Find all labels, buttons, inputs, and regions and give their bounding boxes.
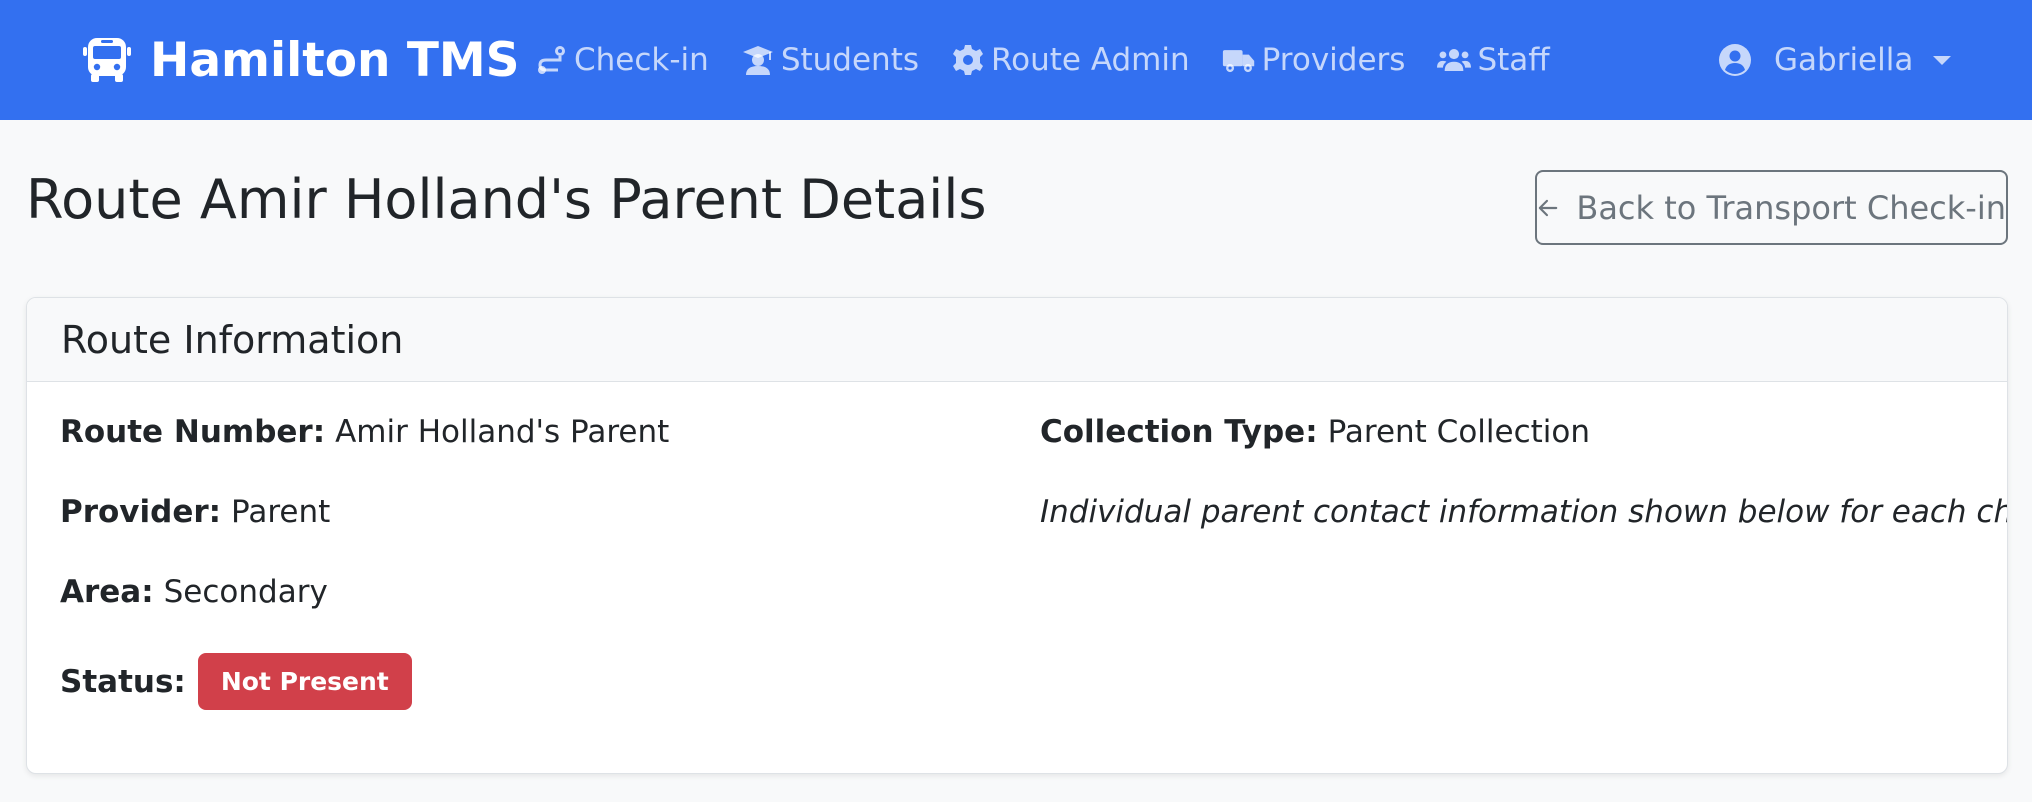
nav-item-label: Students <box>780 42 919 78</box>
route-icon <box>538 46 565 74</box>
gear-icon <box>953 45 983 75</box>
area-label: Area: <box>60 574 154 610</box>
arrow-left-icon <box>1538 199 1558 216</box>
collection-type-label: Collection Type: <box>1040 414 1318 450</box>
collection-type-field: Collection Type: Parent Collection <box>1040 414 1590 450</box>
user-menu-toggle[interactable]: Gabriella <box>1718 0 1952 120</box>
nav-item-label: Providers <box>1261 42 1406 78</box>
parent-contact-note: Individual parent contact information sh… <box>1040 494 2008 530</box>
nav-item-providers[interactable]: Providers <box>1222 42 1406 78</box>
caret-down-icon <box>1933 55 1952 65</box>
status-badge: Not Present <box>197 653 412 710</box>
provider-value: Parent <box>231 494 331 530</box>
nav-links: Check-in Students Route Admin Providers … <box>534 0 1582 120</box>
route-information-card: Route Information Route Number: Amir Hol… <box>26 297 2008 774</box>
status-field: Status: Not Present <box>60 653 412 710</box>
nav-item-label: Staff <box>1477 42 1550 78</box>
users-icon <box>1437 48 1472 72</box>
brand-title: Hamilton TMS <box>150 32 520 88</box>
nav-item-route-admin[interactable]: Route Admin <box>951 42 1190 78</box>
provider-field: Provider: Parent <box>60 494 330 530</box>
graduate-icon <box>742 46 773 75</box>
back-to-checkin-button[interactable]: Back to Transport Check-in <box>1535 170 2008 245</box>
user-name: Gabriella <box>1774 42 1914 78</box>
route-number-label: Route Number: <box>60 414 326 450</box>
nav-item-label: Route Admin <box>991 42 1190 78</box>
page-title: Route Amir Holland's Parent Details <box>26 168 987 231</box>
bus-icon <box>83 38 131 82</box>
nav-item-label: Check-in <box>574 42 709 78</box>
route-number-value: Amir Holland's Parent <box>335 414 670 450</box>
route-number-field: Route Number: Amir Holland's Parent <box>60 414 669 450</box>
user-circle-icon <box>1719 44 1751 76</box>
brand-link[interactable]: Hamilton TMS <box>82 0 520 120</box>
back-button-label: Back to Transport Check-in <box>1576 188 2006 227</box>
app-root: Hamilton TMS Check-in Students Route Adm… <box>0 0 2032 802</box>
provider-label: Provider: <box>60 494 222 530</box>
collection-type-value: Parent Collection <box>1327 414 1591 450</box>
status-label: Status: <box>60 663 186 700</box>
truck-icon <box>1222 50 1254 73</box>
area-field: Area: Secondary <box>60 574 328 610</box>
nav-item-staff[interactable]: Staff <box>1437 42 1550 78</box>
nav-item-check-in[interactable]: Check-in <box>534 42 709 78</box>
top-navbar: Hamilton TMS Check-in Students Route Adm… <box>0 0 2032 120</box>
card-header: Route Information <box>27 298 2007 382</box>
nav-item-students[interactable]: Students <box>741 42 919 78</box>
area-value: Secondary <box>163 574 328 610</box>
